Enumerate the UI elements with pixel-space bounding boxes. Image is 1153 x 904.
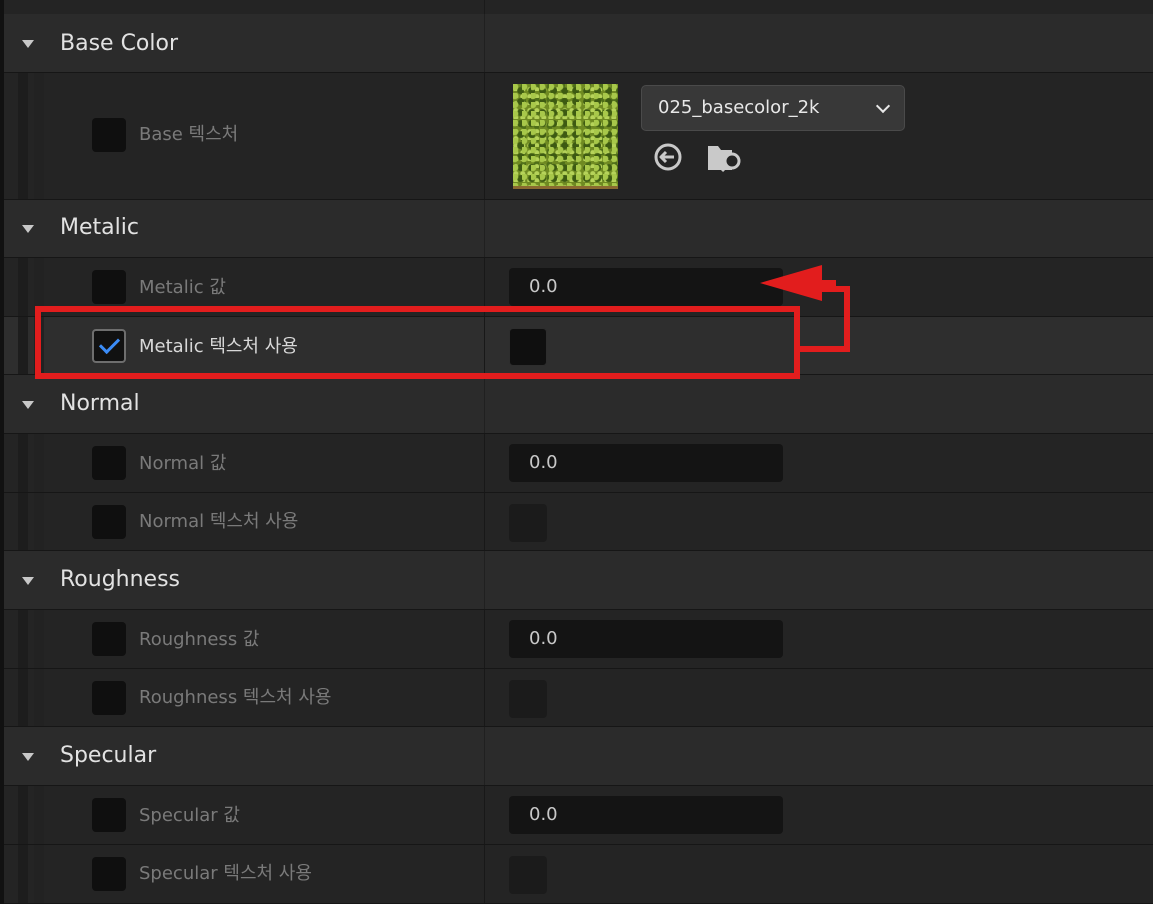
highlight-annotation-box xyxy=(35,306,800,379)
property-label: Specular 텍스처 사용 xyxy=(139,863,312,884)
property-label: Roughness 텍스처 사용 xyxy=(139,687,332,708)
override-checkbox[interactable] xyxy=(92,857,126,891)
property-row-roughness-use-texture: Roughness 텍스처 사용 xyxy=(4,669,1153,727)
normal-value-input[interactable]: 0.0 xyxy=(509,444,783,482)
category-label: Metalic xyxy=(60,215,139,240)
normal-use-texture-toggle[interactable] xyxy=(509,504,547,542)
property-row-roughness-value: Roughness 값 0.0 xyxy=(4,610,1153,669)
category-roughness[interactable]: Roughness xyxy=(4,551,1153,610)
roughness-use-texture-toggle[interactable] xyxy=(509,680,547,718)
panel-top-strip xyxy=(4,0,1153,15)
expand-caret-icon[interactable] xyxy=(22,401,34,409)
property-row-normal-value: Normal 값 0.0 xyxy=(4,434,1153,493)
override-checkbox[interactable] xyxy=(92,118,126,152)
property-label: Roughness 값 xyxy=(139,629,260,650)
property-row-specular-value: Specular 값 0.0 xyxy=(4,786,1153,845)
expand-caret-icon[interactable] xyxy=(22,753,34,761)
property-label: Base 텍스처 xyxy=(139,124,239,145)
property-label: Metalic 값 xyxy=(139,277,226,298)
highlight-annotation-shaft xyxy=(820,280,836,286)
property-label: Normal 값 xyxy=(139,453,227,474)
expand-caret-icon[interactable] xyxy=(22,225,34,233)
chevron-down-icon xyxy=(875,98,891,114)
override-checkbox[interactable] xyxy=(92,270,126,304)
texture-thumbnail[interactable] xyxy=(513,84,618,189)
category-label: Roughness xyxy=(60,567,181,592)
roughness-value-input[interactable]: 0.0 xyxy=(509,620,783,658)
category-label: Normal xyxy=(60,391,140,416)
metalic-value-input[interactable]: 0.0 xyxy=(509,268,783,306)
property-row-specular-use-texture: Specular 텍스처 사용 xyxy=(4,845,1153,904)
property-label: Normal 텍스처 사용 xyxy=(139,511,299,532)
property-row-normal-use-texture: Normal 텍스처 사용 xyxy=(4,493,1153,551)
category-label: Base Color xyxy=(60,31,179,56)
browse-asset-icon[interactable] xyxy=(705,140,741,174)
override-checkbox[interactable] xyxy=(92,798,126,832)
override-checkbox[interactable] xyxy=(92,622,126,656)
override-checkbox[interactable] xyxy=(92,681,126,715)
expand-caret-icon[interactable] xyxy=(22,40,34,48)
category-specular[interactable]: Specular xyxy=(4,727,1153,786)
expand-caret-icon[interactable] xyxy=(22,577,34,585)
category-metalic[interactable]: Metalic xyxy=(4,200,1153,258)
highlight-annotation-arrow-icon xyxy=(760,265,822,301)
texture-asset-picker[interactable]: 025_basecolor_2k xyxy=(641,85,905,131)
specular-use-texture-toggle[interactable] xyxy=(509,856,547,894)
asset-name: 025_basecolor_2k xyxy=(658,97,820,118)
category-label: Specular xyxy=(60,743,157,768)
override-checkbox[interactable] xyxy=(92,505,126,539)
property-label: Specular 값 xyxy=(139,805,240,826)
specular-value-input[interactable]: 0.0 xyxy=(509,796,783,834)
category-normal[interactable]: Normal xyxy=(4,375,1153,434)
category-base-color[interactable]: Base Color xyxy=(4,14,1153,73)
override-checkbox[interactable] xyxy=(92,446,126,480)
use-selected-asset-icon[interactable] xyxy=(651,140,685,174)
